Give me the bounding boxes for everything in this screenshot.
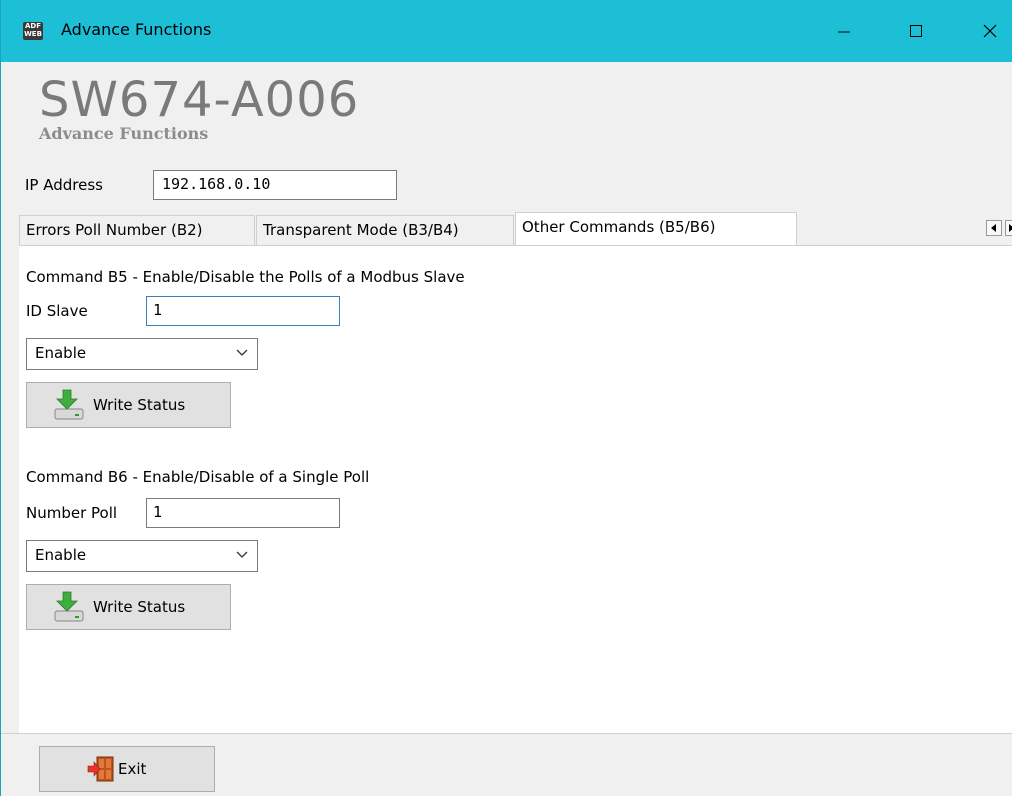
exit-door-icon xyxy=(86,754,116,784)
download-arrow-icon xyxy=(51,387,87,423)
chevron-down-icon xyxy=(235,345,249,363)
app-icon-text-top: ADF xyxy=(24,22,41,30)
id-slave-label: ID Slave xyxy=(26,302,88,320)
close-icon xyxy=(983,24,997,38)
b6-enable-select[interactable]: Enable xyxy=(26,540,258,572)
arrow-left-icon xyxy=(991,224,996,232)
tab-scroll-right-button[interactable] xyxy=(1005,220,1012,236)
b6-write-status-label: Write Status xyxy=(93,598,186,616)
minimize-button[interactable] xyxy=(821,10,867,52)
app-icon-text-bottom: WEB xyxy=(24,30,42,38)
tab-errors-poll-number[interactable]: Errors Poll Number (B2) xyxy=(19,215,255,245)
tab-transparent-mode[interactable]: Transparent Mode (B3/B4) xyxy=(256,215,514,245)
close-button[interactable] xyxy=(967,10,1012,52)
b5-select-value: Enable xyxy=(35,344,87,362)
download-arrow-icon xyxy=(51,589,87,625)
app-icon: ADF WEB xyxy=(23,22,43,40)
number-poll-input[interactable]: 1 xyxy=(146,498,340,528)
id-slave-input[interactable]: 1 xyxy=(146,296,340,326)
b6-select-value: Enable xyxy=(35,546,87,564)
number-poll-label: Number Poll xyxy=(26,504,118,522)
maximize-button[interactable] xyxy=(893,10,939,52)
title-bar[interactable]: ADF WEB Advance Functions xyxy=(1,0,1012,62)
product-title: SW674-A006 xyxy=(39,72,360,128)
tab-strip: Errors Poll Number (B2) Transparent Mode… xyxy=(19,212,1012,245)
ip-address-label: IP Address xyxy=(25,176,103,194)
ip-address-input[interactable]: 192.168.0.10 xyxy=(153,170,397,200)
b5-write-status-button[interactable]: Write Status xyxy=(26,382,231,428)
b5-heading: Command B5 - Enable/Disable the Polls of… xyxy=(26,268,465,286)
b6-write-status-button[interactable]: Write Status xyxy=(26,584,231,630)
maximize-icon xyxy=(910,25,922,37)
exit-label: Exit xyxy=(118,760,147,778)
b5-write-status-label: Write Status xyxy=(93,396,186,414)
advance-functions-window: ADF WEB Advance Functions SW674-A006 Adv… xyxy=(0,0,1012,796)
window-title: Advance Functions xyxy=(61,20,212,39)
product-subtitle: Advance Functions xyxy=(39,124,209,143)
b6-heading: Command B6 - Enable/Disable of a Single … xyxy=(26,468,370,486)
chevron-down-icon xyxy=(235,547,249,565)
b5-enable-select[interactable]: Enable xyxy=(26,338,258,370)
exit-button[interactable]: Exit xyxy=(39,746,215,792)
tab-scroll-left-button[interactable] xyxy=(986,220,1002,236)
tab-other-commands[interactable]: Other Commands (B5/B6) xyxy=(515,212,797,245)
minimize-icon xyxy=(838,31,850,33)
footer: Exit xyxy=(1,733,1012,796)
arrow-right-icon xyxy=(1008,224,1012,232)
header: SW674-A006 Advance Functions xyxy=(1,62,1012,152)
other-commands-panel: Command B5 - Enable/Disable the Polls of… xyxy=(19,245,1012,733)
